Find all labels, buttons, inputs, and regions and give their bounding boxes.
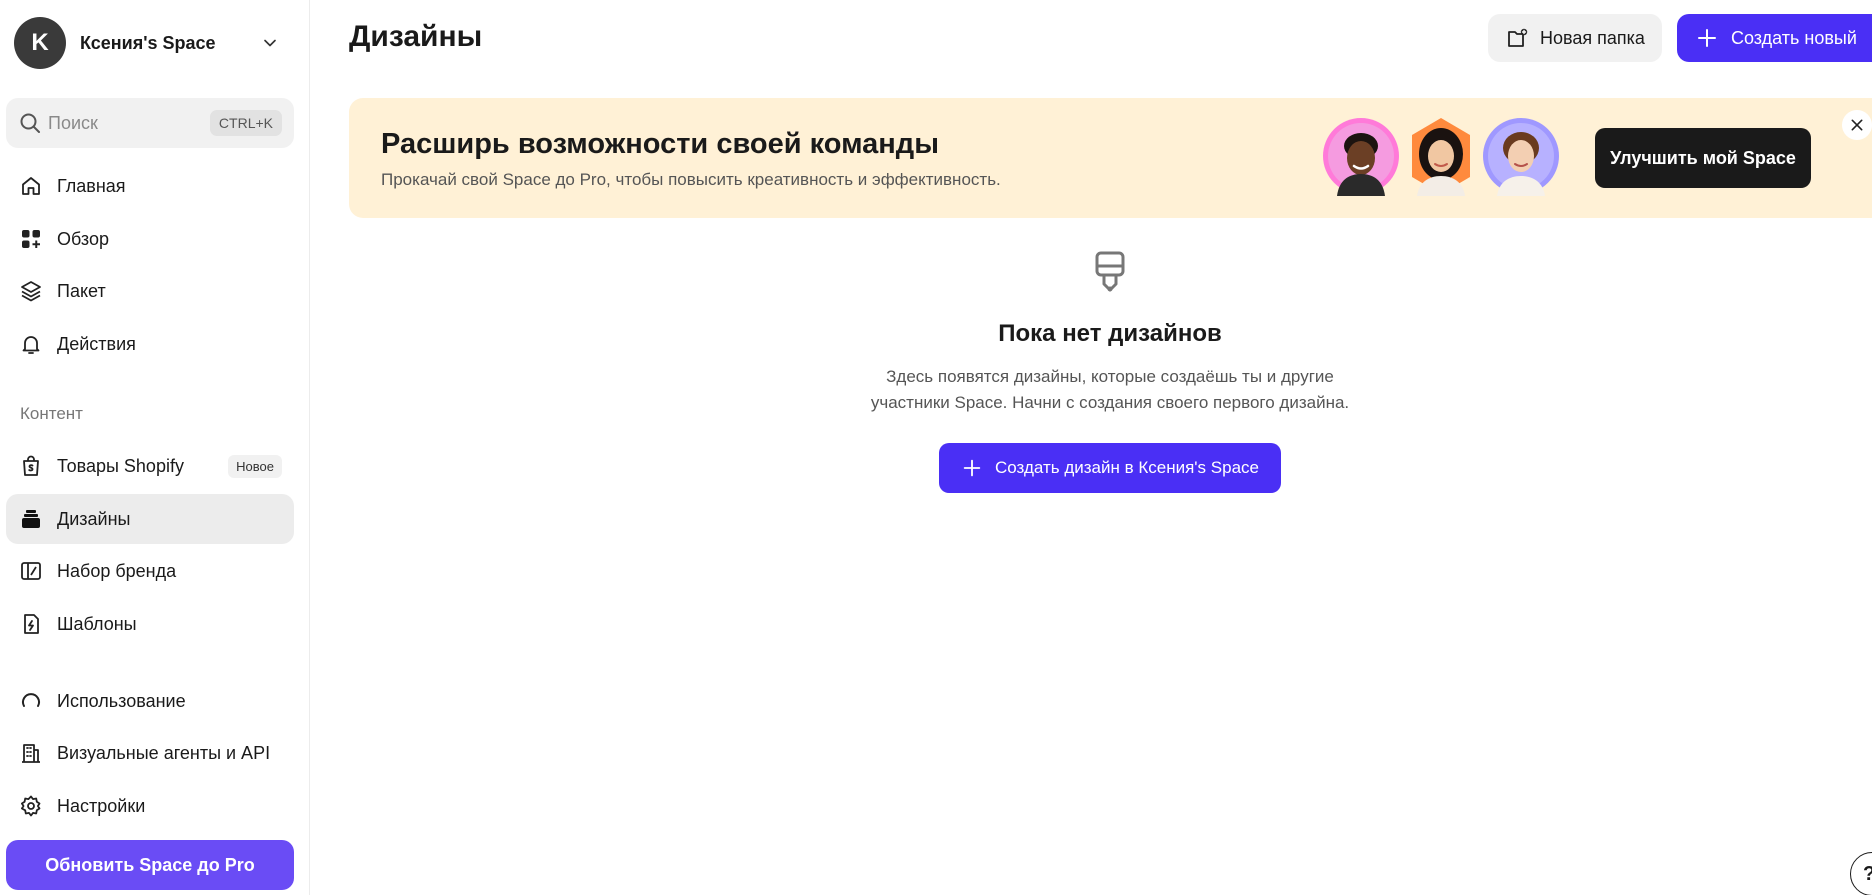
gear-icon: [21, 795, 41, 817]
page-title: Дизайны: [349, 20, 483, 53]
search-icon: [20, 113, 40, 133]
sidebar-item-label: Обзор: [57, 228, 109, 249]
add-folder-icon: [1508, 28, 1528, 47]
search-shortcut-hint: CTRL+K: [209, 110, 282, 136]
usage-ring-icon: [22, 693, 40, 707]
new-folder-label: Новая папка: [1540, 27, 1645, 48]
sidebar-item-label: Настройки: [57, 795, 146, 816]
building-icon: [22, 744, 40, 763]
sidebar-item-package[interactable]: Пакет: [6, 266, 294, 316]
templates-icon: [24, 614, 39, 634]
app: K Ксения's Space CTRL+K Главная Обзор Па…: [0, 0, 1872, 895]
sidebar-item-home[interactable]: Главная: [6, 161, 294, 211]
new-folder-button[interactable]: Новая папка: [1488, 14, 1662, 62]
create-new-button[interactable]: Создать новый: [1677, 14, 1872, 62]
brand-kit-icon: [21, 562, 41, 580]
create-new-label: Создать новый: [1731, 27, 1857, 48]
upgrade-my-space-button[interactable]: Улучшить мой Space: [1595, 128, 1811, 188]
layers-icon: [21, 281, 41, 302]
search-box: CTRL+K: [6, 98, 294, 148]
sidebar-item-shopify-products[interactable]: Товары Shopify Новое: [6, 441, 294, 491]
sidebar-item-label: Главная: [57, 175, 126, 196]
section-label-content: Контент: [20, 404, 83, 423]
upgrade-banner: Расширь возможности своей команды Прокач…: [349, 98, 1872, 218]
sidebar-item-visual-agents-api[interactable]: Визуальные агенты и API: [6, 728, 294, 778]
close-icon: [1851, 119, 1863, 131]
sidebar-item-brand-kit[interactable]: Набор бренда: [6, 546, 294, 596]
sidebar-item-label: Дизайны: [57, 508, 131, 529]
home-icon: [22, 177, 40, 195]
help-button[interactable]: ?: [1850, 852, 1872, 895]
workspace-name: Ксения's Space: [80, 32, 216, 53]
sidebar-item-label: Действия: [57, 333, 136, 354]
empty-state-description-line: участники Space. Начни с создания своего…: [870, 393, 1350, 412]
chevron-down-icon: [264, 39, 276, 47]
sidebar-item-activity[interactable]: Действия: [6, 319, 294, 369]
team-avatars: [1321, 116, 1561, 200]
workspace-switcher[interactable]: K Ксения's Space: [14, 16, 290, 70]
shopify-bag-icon: [23, 455, 39, 476]
banner-title: Расширь возможности своей команды: [381, 128, 939, 160]
sidebar-item-label: Товары Shopify: [57, 455, 184, 476]
sidebar-item-label: Пакет: [57, 280, 106, 301]
empty-state-title: Пока нет дизайнов: [998, 320, 1222, 347]
banner-close-button[interactable]: [1842, 110, 1872, 140]
sidebar-item-overview[interactable]: Обзор: [6, 214, 294, 264]
new-badge: Новое: [228, 455, 282, 478]
avatar: K: [14, 17, 66, 69]
create-design-label: Создать дизайн в Ксения's Space: [995, 458, 1259, 477]
empty-state-description: Здесь появятся дизайны, которые создаёшь…: [840, 364, 1380, 416]
sidebar-item-label: Шаблоны: [57, 613, 137, 634]
grid-icon: [22, 230, 40, 248]
avatar-initial: K: [31, 29, 49, 56]
team-avatar-2: [1412, 118, 1470, 196]
sidebar-item-usage[interactable]: Использование: [6, 676, 294, 726]
sidebar-item-label: Использование: [57, 690, 186, 711]
bell-icon: [22, 336, 40, 354]
sidebar: K Ксения's Space CTRL+K Главная Обзор Па…: [0, 0, 310, 895]
team-avatar-3: [1483, 118, 1559, 196]
search-input[interactable]: [48, 112, 198, 134]
sidebar-item-templates[interactable]: Шаблоны: [6, 599, 294, 649]
sidebar-item-designs[interactable]: Дизайны: [6, 494, 294, 544]
empty-state-description-line: Здесь появятся дизайны, которые создаёшь…: [886, 367, 1334, 386]
banner-subtitle: Прокачай свой Space до Pro, чтобы повыси…: [381, 170, 1001, 189]
designs-stack-icon: [22, 510, 40, 528]
paint-brush-icon: [1095, 251, 1125, 292]
sidebar-item-settings[interactable]: Настройки: [6, 781, 294, 831]
create-design-button[interactable]: Создать дизайн в Ксения's Space: [939, 443, 1281, 493]
team-avatar-1: [1323, 118, 1399, 196]
plus-icon: [963, 459, 981, 477]
sidebar-item-label: Набор бренда: [57, 560, 177, 581]
upgrade-to-pro-button[interactable]: Обновить Space до Pro: [6, 840, 294, 890]
sidebar-item-label: Визуальные агенты и API: [57, 742, 271, 763]
plus-icon: [1698, 29, 1716, 47]
